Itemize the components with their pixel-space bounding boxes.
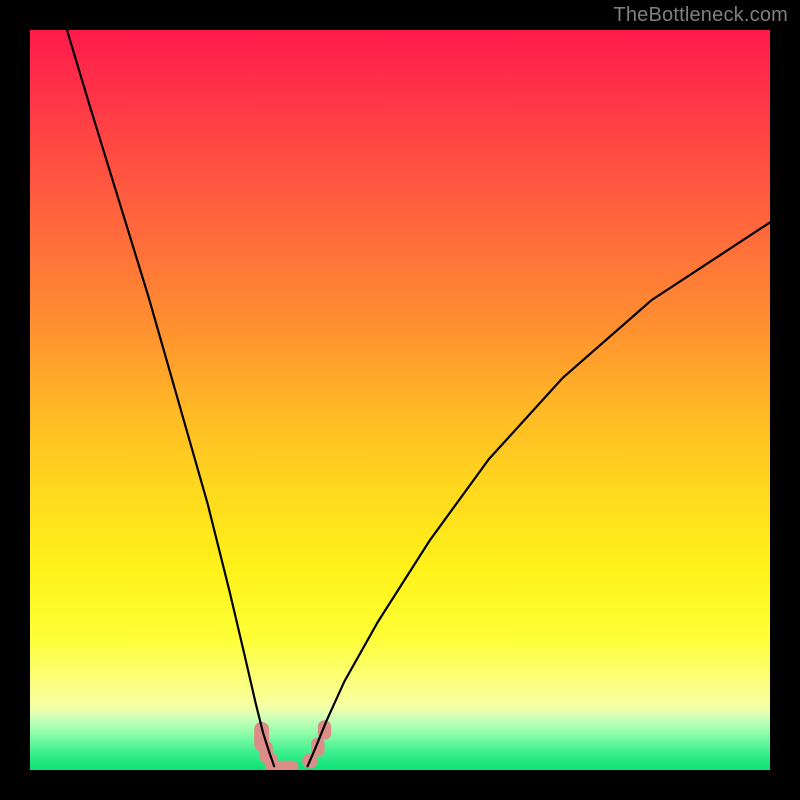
plot-area (30, 30, 770, 770)
curves-layer (30, 30, 770, 770)
left-curve (67, 30, 274, 766)
right-curve (308, 222, 771, 766)
floor-marker (265, 761, 298, 770)
chart-frame: TheBottleneck.com (0, 0, 800, 800)
floor-marker-group (254, 720, 331, 770)
watermark-text: TheBottleneck.com (613, 4, 788, 27)
